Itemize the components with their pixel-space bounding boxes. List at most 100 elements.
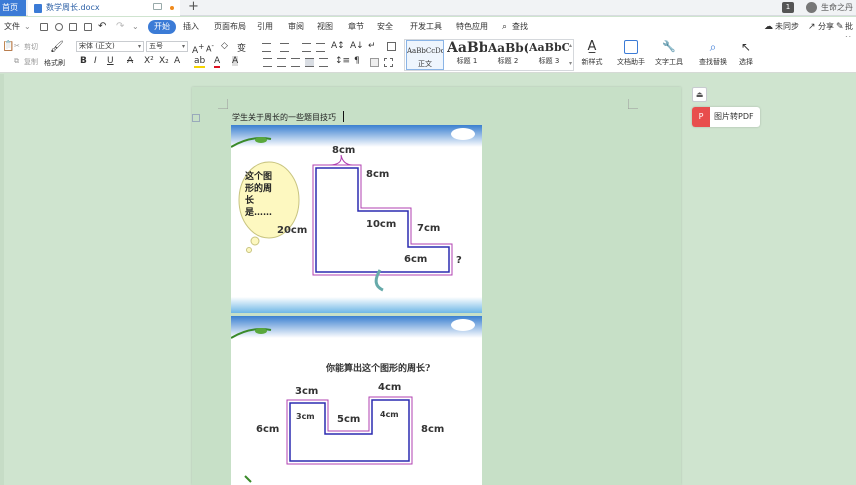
gallery-up-icon[interactable]: ▴	[569, 42, 572, 49]
margin-corner-mark	[218, 99, 228, 109]
menu-file[interactable]: 文件	[4, 20, 20, 34]
collapse-panel-button[interactable]: ⏏	[692, 87, 707, 102]
style-heading-3[interactable]: AaBbC 标题 3	[529, 40, 569, 70]
thought-line: 这个图	[245, 172, 273, 182]
tab-references[interactable]: 引用	[257, 20, 273, 34]
underline-icon[interactable]: U	[107, 56, 114, 66]
tab-review[interactable]: 审阅	[288, 20, 304, 34]
cloud-icon[interactable]: ☁	[764, 20, 773, 34]
thought-line: 是……	[245, 208, 273, 218]
text-tools-button[interactable]: 🔧 文字工具	[651, 40, 687, 67]
tab-page-layout[interactable]: 页面布局	[214, 20, 246, 34]
user-name[interactable]: 生命之丹	[821, 0, 853, 16]
table-borders-icon[interactable]	[387, 42, 396, 51]
tab-home[interactable]: 首页	[0, 0, 26, 16]
text-effect-icon[interactable]: A	[174, 56, 180, 66]
tab-security[interactable]: 安全	[377, 20, 393, 34]
document-text-line[interactable]: 学生关于周长的一些题目技巧	[232, 112, 336, 123]
scissors-icon[interactable]: ✂	[14, 42, 20, 50]
share-icon[interactable]: ↗	[808, 20, 816, 34]
gallery-more-icon[interactable]: ▾	[569, 60, 572, 67]
shrink-font-icon[interactable]: A-	[206, 42, 214, 54]
tab-developer[interactable]: 开发工具	[410, 20, 442, 34]
paragraph-settings-icon[interactable]: ¶	[354, 56, 360, 66]
figure-image-1[interactable]: 这个图 形的周 长 是…… 8cm 8cm 20cm 10cm 7cm 6cm …	[231, 125, 482, 313]
window-count-badge[interactable]: 1	[782, 2, 794, 13]
save-icon[interactable]	[40, 23, 48, 31]
sort-icon[interactable]: A↓	[350, 41, 364, 51]
select-label: 选择	[739, 58, 753, 66]
italic-icon[interactable]: I	[94, 56, 97, 66]
print-preview-icon[interactable]	[84, 23, 92, 31]
tab-home-ribbon[interactable]: 开始	[148, 20, 176, 34]
avatar[interactable]	[806, 2, 817, 13]
comment-icon[interactable]: ✎	[836, 20, 844, 34]
copy-button[interactable]: 复制	[24, 57, 38, 67]
char-shading-icon[interactable]: A	[232, 56, 239, 66]
font-size-select[interactable]: 五号 ▾	[146, 41, 188, 52]
font-color-icon[interactable]: A	[214, 56, 221, 68]
align-right-icon[interactable]	[291, 58, 300, 67]
style-sample: AaBbCcDd	[407, 47, 443, 55]
format-painter-button[interactable]: 格式刷	[44, 58, 65, 68]
image-to-pdf-button[interactable]: P 图片转PDF	[692, 107, 760, 127]
font-name-select[interactable]: 宋体 (正文) ▾	[76, 41, 144, 52]
menu-search[interactable]: 查找	[512, 20, 528, 34]
search-icon[interactable]: ⌕	[502, 20, 507, 34]
show-marks-icon[interactable]: ↵	[368, 41, 376, 51]
sync-status[interactable]: 未同步	[775, 20, 799, 34]
monitor-icon[interactable]	[153, 3, 162, 10]
export-icon[interactable]	[55, 23, 63, 31]
format-painter-icon[interactable]: 🖌	[50, 40, 64, 53]
find-replace-button[interactable]: ⌕ 查找替换	[694, 40, 732, 67]
highlight-icon[interactable]: ab	[194, 56, 206, 68]
select-button[interactable]: ↖ 选择	[735, 40, 757, 67]
doc-helper-button[interactable]: 文档助手	[614, 40, 648, 67]
paste-icon[interactable]: 📋	[2, 41, 14, 52]
undo-icon[interactable]: ↶	[98, 20, 106, 34]
paragraph-handle-icon[interactable]	[192, 114, 200, 122]
document-page[interactable]: 学生关于周长的一些题目技巧 这个图 形的周 长 是…… 8cm 8cm 20cm…	[192, 87, 681, 485]
strikethrough-icon[interactable]: A	[127, 56, 133, 66]
line-spacing-icon[interactable]: ↕≡	[335, 56, 350, 66]
new-tab-button[interactable]: +	[188, 0, 199, 14]
align-left-icon[interactable]	[263, 58, 272, 67]
shading-icon[interactable]	[370, 58, 379, 67]
style-normal[interactable]: AaBbCcDd 正文	[406, 40, 444, 70]
justify-icon[interactable]	[305, 58, 314, 67]
copy-icon[interactable]: ⧉	[14, 57, 19, 66]
redo-icon[interactable]: ↷	[116, 20, 124, 34]
subscript-icon[interactable]: X₂	[159, 56, 169, 66]
tab-view[interactable]: 视图	[317, 20, 333, 34]
style-heading-1[interactable]: AaBb 标题 1	[447, 40, 487, 70]
bullets-icon[interactable]	[262, 43, 271, 52]
tab-special[interactable]: 特色应用	[456, 20, 488, 34]
chevron-down-icon[interactable]: ⌄	[24, 20, 31, 34]
doc-helper-label: 文档助手	[617, 58, 645, 66]
tab-insert[interactable]: 插入	[183, 20, 199, 34]
cut-button[interactable]: 剪切	[24, 42, 38, 52]
style-label: 正文	[418, 60, 432, 68]
dimension-label: 3cm	[295, 386, 319, 397]
figure-image-2[interactable]: 你能算出这个图形的周长? 3cm 4cm 6cm 3cm 5cm 4cm 8cm	[231, 316, 482, 485]
review-button[interactable]: 批注	[845, 20, 856, 45]
border-icon[interactable]	[384, 58, 393, 67]
text-direction-icon[interactable]: A↕	[331, 41, 345, 51]
clear-format-icon[interactable]: ◇	[221, 41, 228, 51]
print-icon[interactable]	[69, 23, 77, 31]
new-style-button[interactable]: A̲ 新样式	[578, 40, 606, 67]
tab-chapter[interactable]: 章节	[348, 20, 364, 34]
superscript-icon[interactable]: X²	[144, 56, 154, 66]
bold-icon[interactable]: B	[80, 56, 87, 66]
distributed-icon[interactable]	[319, 58, 328, 67]
quick-access-dropdown-icon[interactable]: ⌄	[132, 20, 139, 34]
align-center-icon[interactable]	[277, 58, 286, 67]
increase-indent-icon[interactable]	[316, 43, 325, 52]
phonetic-icon[interactable]: 变	[237, 41, 246, 54]
grow-font-icon[interactable]: A+	[192, 42, 204, 56]
numbering-icon[interactable]	[280, 43, 289, 52]
share-button[interactable]: 分享	[818, 20, 834, 34]
tab-document[interactable]: 数学周长.docx	[28, 0, 180, 16]
decrease-indent-icon[interactable]	[302, 43, 311, 52]
style-heading-2[interactable]: AaBb( 标题 2	[488, 40, 528, 70]
